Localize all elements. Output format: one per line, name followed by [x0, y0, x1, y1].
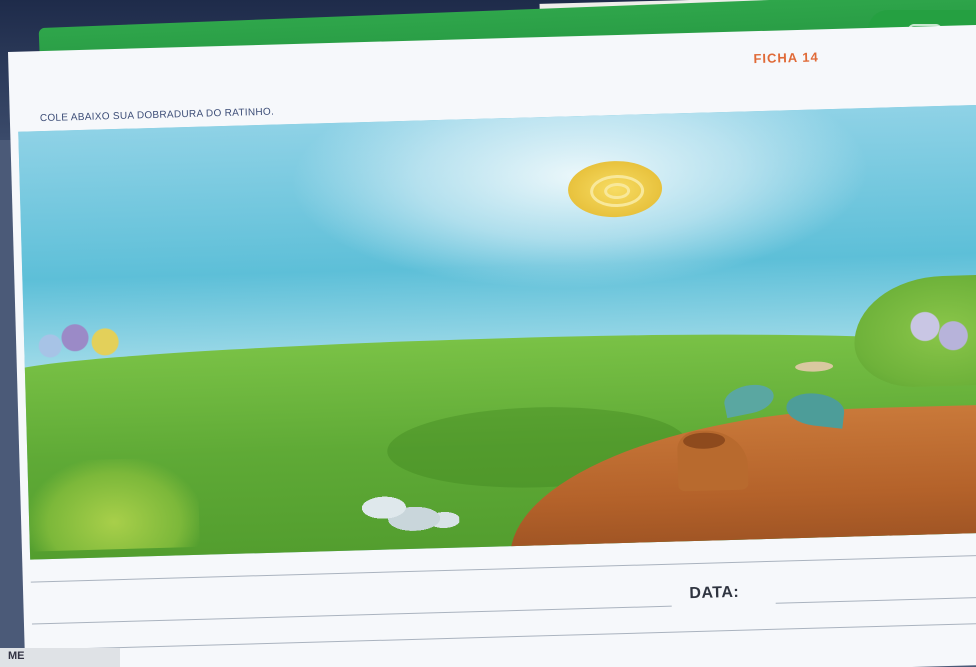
- instruction-text: COLE ABAIXO SUA DOBRADURA DO RATINHO.: [39, 106, 275, 125]
- landscape-illustration: [18, 104, 976, 560]
- photo-scene: FICHA 14 COLE ABAIXO SUA DOBRADURA DO RA…: [0, 0, 976, 667]
- writing-line: [30, 554, 976, 583]
- sheet-number: FICHA 14: [753, 49, 819, 67]
- name-line: [31, 605, 672, 625]
- name-label: ME: [8, 650, 25, 662]
- writing-line: [32, 622, 976, 651]
- worksheet-page: FICHA 14 COLE ABAIXO SUA DOBRADURA DO RA…: [8, 24, 976, 667]
- date-line: [775, 596, 976, 604]
- rocks: [358, 489, 460, 533]
- date-label: DATA:: [689, 583, 740, 603]
- fern-bush: [27, 456, 200, 552]
- hydrangea-icon: [903, 305, 975, 358]
